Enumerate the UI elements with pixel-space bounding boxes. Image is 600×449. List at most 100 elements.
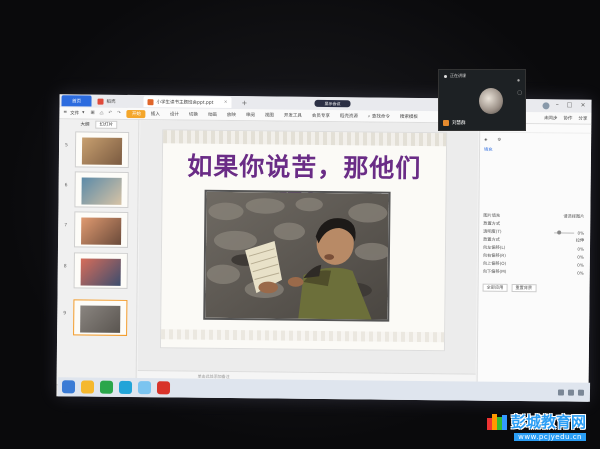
app-icon[interactable] [137,381,152,395]
tab-slides[interactable]: 幻灯片 [95,120,118,129]
meeting-share-pill[interactable]: 显示会议 [314,99,351,108]
quick-access: ▣ ⎙ ↶ ↷ [90,110,120,116]
search-icon: ⌕ [367,113,371,119]
user-avatar[interactable] [542,102,550,110]
new-tab-button[interactable]: + [233,97,251,108]
mic-icon[interactable]: ⏺ [517,78,522,84]
wps-icon[interactable] [156,381,171,395]
slide-thumbnail[interactable] [74,131,130,168]
reset-background-button[interactable]: 重置背景 [511,283,537,293]
tab-transition[interactable]: 切换 [184,111,203,117]
maximize-icon[interactable]: □ [567,102,573,109]
tab-document[interactable]: 小学生读书主题班会ppt.ppt × [143,96,232,109]
tab-devtools[interactable]: 开发工具 [279,112,307,118]
transparency-slider[interactable] [554,231,575,234]
property-label: 向下偏移(M) [482,268,507,274]
undo-icon[interactable]: ↶ [108,110,112,116]
browser-icon[interactable] [99,380,114,394]
volume-icon[interactable] [577,389,585,396]
property-label: 透明度(T) [483,228,502,234]
property-value[interactable]: 0% [577,262,584,267]
tab-animation[interactable]: 动画 [203,111,222,117]
property-label: 向上偏移(O) [482,260,507,266]
meeting-share-label: 显示会议 [324,100,341,106]
sync-status[interactable]: 未同步 [544,115,558,121]
save-icon[interactable]: ▣ [90,110,94,116]
property-label: 向右偏移(R) [482,252,506,258]
property-label: 放置方式 [483,220,501,226]
watermark-url: www.pcjyedu.cn [514,433,586,441]
property-value[interactable]: 拉伸 [576,238,584,244]
site-watermark: 彭城教育网 www.pcjyedu.cn [486,411,586,441]
slide-thumbnail[interactable] [73,252,128,289]
pane-footer: 全部应用 重置背景 [479,283,590,293]
tab-review[interactable]: 审阅 [241,112,260,118]
properties-icons: ◈ ⚙ [480,133,591,147]
template-search[interactable]: 搜索模板 [395,113,423,119]
system-tray [557,388,585,396]
thumbnail-image [80,305,121,333]
presenter-name: 刘慧群 [443,120,466,126]
property-value-text: 0% [577,262,584,268]
tab-outline[interactable]: 大纲 [81,121,90,127]
media-icon[interactable] [118,380,133,394]
webcam-feed [479,88,503,114]
close-tab-icon[interactable]: × [224,100,228,105]
property-value-text: 0% [577,246,585,252]
current-slide[interactable]: 如果你说苦，那他们呢？ [159,129,448,352]
property-value[interactable]: 请选择图片 [563,214,584,220]
command-search[interactable]: ⌕ 查找命令 [363,113,395,119]
tab-start[interactable]: 开始 [126,109,146,118]
network-icon[interactable] [567,389,575,396]
collab-button[interactable]: 协作 [563,115,572,121]
explorer-icon[interactable] [80,380,95,394]
hamburger-icon: ≡ [63,110,68,116]
plus-icon: + [241,98,248,107]
property-value[interactable]: 0% [577,254,584,259]
tray-icon[interactable] [557,388,565,396]
slide-photo[interactable] [203,189,391,322]
slide-canvas[interactable]: 如果你说苦，那他们呢？ [137,120,479,374]
pane-tabs: 大纲 幻灯片 [59,119,138,129]
start-icon[interactable] [61,380,76,394]
print-icon[interactable]: ⎙ [100,110,104,116]
property-value[interactable]: 0% [577,270,584,275]
property-value-text: 0% [577,230,585,236]
slide-thumbnail[interactable] [73,299,128,336]
books-logo-icon [486,413,507,430]
fill-options-spacer [479,154,591,213]
property-row[interactable]: 向下偏移(M) 0% [479,268,590,277]
call-status-label: 正在讲课 [450,73,466,78]
tab-insert[interactable]: 插入 [146,111,165,117]
property-value[interactable]: 0% [577,246,584,251]
tab-design[interactable]: 设计 [165,111,184,117]
redo-icon[interactable]: ↷ [117,110,121,116]
video-call-window[interactable]: 正在讲课 ⏺ ▢ 刘慧群 [438,69,526,131]
watermark-brand: 彭城教育网 [510,413,586,431]
tab-member[interactable]: 会员专享 [307,112,335,118]
apply-all-button[interactable]: 全部应用 [482,283,508,292]
slide-thumbnail[interactable] [74,171,129,208]
thumb-number: 7 [64,223,68,229]
tab-view[interactable]: 视图 [260,112,279,118]
call-status: 正在讲课 [444,73,466,79]
minimize-icon[interactable]: – [556,101,559,108]
share-button[interactable]: 分享 [578,115,587,121]
file-menu-label: 文件 [70,110,80,116]
tab-docer[interactable]: 稻壳 [93,96,141,108]
property-value[interactable]: 0% [554,230,584,235]
tab-home[interactable]: 首页 [61,95,92,107]
wps-window: 首页 稻壳 小学生读书主题班会ppt.ppt × + 显示会议 – □ × ≡ … [56,94,592,402]
presenter-badge-icon [443,120,449,126]
tab-slideshow[interactable]: 放映 [222,111,241,117]
slide-thumbnail[interactable] [73,211,129,248]
slide-bottom-border [161,329,445,343]
tab-docer-label: 稻壳 [106,99,116,105]
tab-resources[interactable]: 稻壳资源 [335,113,363,119]
file-menu[interactable]: ≡ 文件 ▾ [59,110,84,116]
settings-icon[interactable]: ⚙ [497,137,501,142]
fill-icon[interactable]: ◈ [484,137,487,142]
status-dot-icon [444,74,447,78]
close-window-icon[interactable]: × [580,102,585,109]
camera-icon[interactable]: ▢ [517,90,522,96]
